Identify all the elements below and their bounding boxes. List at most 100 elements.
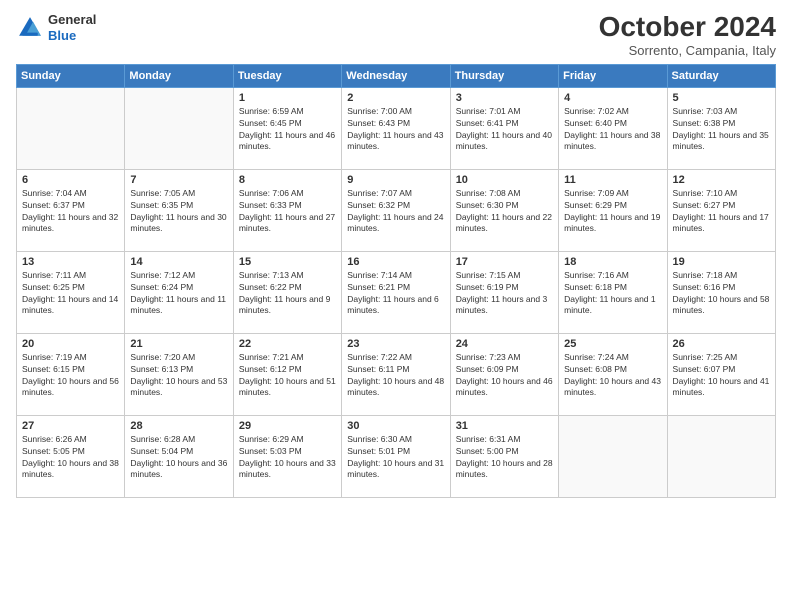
table-row [17,87,125,169]
sunset-text: Sunset: 5:00 PM [456,446,519,456]
day-number: 5 [673,92,770,104]
sunrise-text: Sunrise: 7:24 AM [564,352,629,362]
table-row: 25Sunrise: 7:24 AMSunset: 6:08 PMDayligh… [559,333,667,415]
sunset-text: Sunset: 5:01 PM [347,446,410,456]
day-number: 2 [347,92,444,104]
daylight-text: Daylight: 10 hours and 28 minutes. [456,458,553,480]
sunrise-text: Sunrise: 7:11 AM [22,270,86,280]
day-info: Sunrise: 7:06 AMSunset: 6:33 PMDaylight:… [239,188,336,236]
location: Sorrento, Campania, Italy [599,43,776,58]
day-info: Sunrise: 7:12 AMSunset: 6:24 PMDaylight:… [130,270,227,318]
calendar-week-4: 20Sunrise: 7:19 AMSunset: 6:15 PMDayligh… [17,333,776,415]
day-number: 4 [564,92,661,104]
day-info: Sunrise: 7:10 AM Sunset: 6:27 PM Daylight:… [673,188,770,236]
day-number: 16 [347,256,444,268]
day-info: Sunrise: 7:04 AMSunset: 6:37 PMDaylight:… [22,188,119,236]
table-row: 18Sunrise: 7:16 AMSunset: 6:18 PMDayligh… [559,251,667,333]
day-number: 24 [456,338,553,350]
sunset-text: Sunset: 5:04 PM [130,446,193,456]
sunset-text: Sunset: 6:45 PM [239,118,302,128]
day-number: 18 [564,256,661,268]
calendar-week-5: 27Sunrise: 6:26 AMSunset: 5:05 PMDayligh… [17,415,776,497]
day-info: Sunrise: 7:13 AMSunset: 6:22 PMDaylight:… [239,270,336,318]
title-block: October 2024 Sorrento, Campania, Italy [599,12,776,58]
sunrise-text: Sunrise: 7:00 AM [347,106,412,116]
sunset-text: Sunset: 6:33 PM [239,200,302,210]
day-number: 20 [22,338,119,350]
sunrise-text: Sunrise: 6:59 AM [239,106,304,116]
sunset-text: Sunset: 6:18 PM [564,282,627,292]
table-row: 26Sunrise: 7:25 AMSunset: 6:07 PMDayligh… [667,333,775,415]
day-info: Sunrise: 7:11 AMSunset: 6:25 PMDaylight:… [22,270,119,318]
sunset-text: Sunset: 6:11 PM [347,364,409,374]
sunset-text: Sunset: 6:37 PM [22,200,85,210]
day-info: Sunrise: 7:16 AMSunset: 6:18 PMDaylight:… [564,270,661,318]
sunset-text: Sunset: 6:24 PM [130,282,193,292]
day-info: Sunrise: 7:03 AMSunset: 6:38 PMDaylight:… [673,106,770,154]
sunrise-text: Sunrise: 7:01 AM [456,106,521,116]
day-number: 15 [239,256,336,268]
col-friday: Friday [559,64,667,87]
sunset-text: Sunset: 6:09 PM [456,364,519,374]
day-number: 6 [22,174,119,186]
sunset-text: Sunset: 6:07 PM [673,364,736,374]
logo-blue: Blue [48,28,96,44]
calendar-header-row: Sunday Monday Tuesday Wednesday Thursday… [17,64,776,87]
calendar: Sunday Monday Tuesday Wednesday Thursday… [16,64,776,498]
sunrise-text: Sunrise: 6:28 AM [130,434,195,444]
sunset-text: Sunset: 6:40 PM [564,118,627,128]
table-row: 2Sunrise: 7:00 AMSunset: 6:43 PMDaylight… [342,87,450,169]
daylight-text: Daylight: 11 hours and 3 minutes. [456,294,548,316]
day-info: Sunrise: 7:15 AMSunset: 6:19 PMDaylight:… [456,270,553,318]
daylight-text: Daylight: 10 hours and 31 minutes. [347,458,444,480]
sunrise-text: Sunrise: 7:04 AM [22,188,87,198]
day-info: Sunrise: 7:07 AMSunset: 6:32 PMDaylight:… [347,188,444,236]
day-number: 9 [347,174,444,186]
table-row [559,415,667,497]
daylight-text: Daylight: 11 hours and 6 minutes. [347,294,439,316]
day-info: Sunrise: 7:08 AMSunset: 6:30 PMDaylight:… [456,188,553,236]
table-row: 27Sunrise: 6:26 AMSunset: 5:05 PMDayligh… [17,415,125,497]
day-info: Sunrise: 7:05 AMSunset: 6:35 PMDaylight:… [130,188,227,236]
table-row: 23Sunrise: 7:22 AMSunset: 6:11 PMDayligh… [342,333,450,415]
daylight-text: Daylight: 10 hours and 36 minutes. [130,458,227,480]
sunrise-text: Sunrise: 7:14 AM [347,270,412,280]
sunset-text: Sunset: 6:27 PM [673,200,736,210]
daylight-text: Daylight: 10 hours and 43 minutes. [564,376,661,398]
daylight-text: Daylight: 10 hours and 53 minutes. [130,376,227,398]
daylight-text: Daylight: 11 hours and 27 minutes. [239,212,335,234]
day-number: 23 [347,338,444,350]
sunrise-text: Sunrise: 7:10 AM [673,188,738,198]
sunset-text: Sunset: 6:41 PM [456,118,519,128]
logo: General Blue [16,12,96,43]
sunrise-text: Sunrise: 7:05 AM [130,188,195,198]
sunrise-text: Sunrise: 7:19 AM [22,352,87,362]
daylight-text: Daylight: 11 hours and 35 minutes. [673,130,769,152]
day-info: Sunrise: 7:24 AM Sunset: 6:08 PM Daylight:… [564,352,661,400]
table-row: 29Sunrise: 6:29 AMSunset: 5:03 PMDayligh… [233,415,341,497]
table-row: 5 Sunrise: 7:03 AMSunset: 6:38 PMDaylight… [667,87,775,169]
daylight-text: Daylight: 11 hours and 17 minutes. [673,212,769,234]
day-number: 28 [130,420,227,432]
table-row: 1Sunrise: 6:59 AMSunset: 6:45 PMDaylight… [233,87,341,169]
month-year: October 2024 [599,12,776,43]
daylight-text: Daylight: 11 hours and 9 minutes. [239,294,331,316]
table-row: 10Sunrise: 7:08 AMSunset: 6:30 PMDayligh… [450,169,558,251]
page: General Blue October 2024 Sorrento, Camp… [0,0,792,612]
sunrise-text: Sunrise: 7:18 AM [673,270,738,280]
daylight-text: Daylight: 10 hours and 46 minutes. [456,376,553,398]
sunrise-text: Sunrise: 7:15 AM [456,270,521,280]
sunrise-text: Sunrise: 7:16 AM [564,270,629,280]
sunset-text: Sunset: 6:22 PM [239,282,302,292]
daylight-text: Daylight: 10 hours and 48 minutes. [347,376,444,398]
table-row: 20Sunrise: 7:19 AMSunset: 6:15 PMDayligh… [17,333,125,415]
sunset-text: Sunset: 6:08 PM [564,364,627,374]
daylight-text: Daylight: 11 hours and 22 minutes. [456,212,552,234]
day-info: Sunrise: 7:01 AMSunset: 6:41 PMDaylight:… [456,106,553,154]
daylight-text: Daylight: 11 hours and 14 minutes. [22,294,118,316]
sunset-text: Sunset: 6:12 PM [239,364,302,374]
day-info: Sunrise: 6:31 AMSunset: 5:00 PMDaylight:… [456,434,553,482]
day-number: 14 [130,256,227,268]
daylight-text: Daylight: 11 hours and 38 minutes. [564,130,660,152]
day-number: 13 [22,256,119,268]
